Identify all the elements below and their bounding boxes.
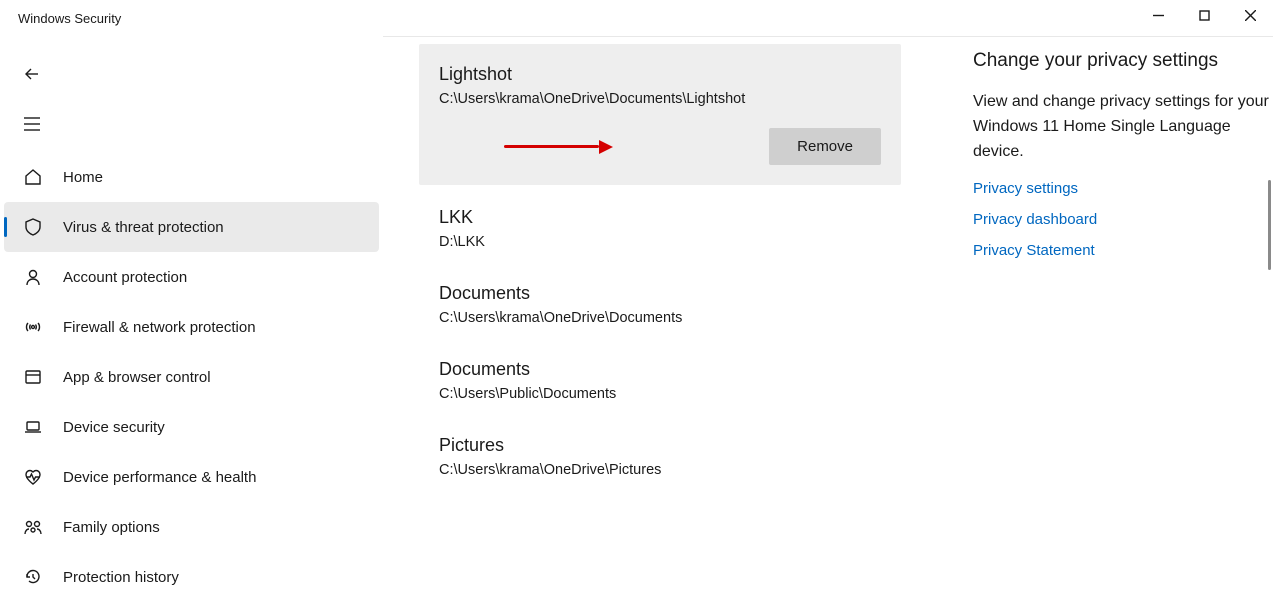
close-button[interactable] (1227, 0, 1273, 30)
exclusion-title: Pictures (439, 435, 881, 456)
nav-label: Virus & threat protection (63, 219, 224, 236)
home-icon (21, 165, 45, 189)
exclusion-item[interactable]: Pictures C:\Users\krama\OneDrive\Picture… (419, 423, 901, 499)
content: Home Virus & threat protection Account p… (0, 36, 1273, 586)
laptop-icon (21, 415, 45, 439)
family-icon (21, 515, 45, 539)
exclusion-item-selected[interactable]: Lightshot C:\Users\krama\OneDrive\Docume… (419, 44, 901, 185)
exclusion-path: C:\Users\krama\OneDrive\Documents (439, 308, 881, 329)
nav-device-performance[interactable]: Device performance & health (4, 452, 379, 502)
shield-icon (21, 215, 45, 239)
nav-virus-threat[interactable]: Virus & threat protection (4, 202, 379, 252)
heart-icon (21, 465, 45, 489)
history-icon (21, 565, 45, 589)
back-button[interactable] (8, 54, 56, 94)
nav-device-security[interactable]: Device security (4, 402, 379, 452)
hamburger-button[interactable] (8, 104, 56, 144)
antenna-icon (21, 315, 45, 339)
nav-label: Device security (63, 419, 165, 436)
nav-app-browser[interactable]: App & browser control (4, 352, 379, 402)
exclusion-title: Documents (439, 283, 881, 304)
back-arrow-icon (23, 65, 41, 83)
exclusion-path: C:\Users\Public\Documents (439, 384, 881, 405)
sidebar: Home Virus & threat protection Account p… (0, 36, 383, 586)
exclusion-item[interactable]: Documents C:\Users\Public\Documents (419, 347, 901, 423)
minimize-button[interactable] (1135, 0, 1181, 30)
exclusion-title: Documents (439, 359, 881, 380)
exclusion-path: C:\Users\krama\OneDrive\Documents\Lights… (439, 89, 881, 110)
nav-label: Account protection (63, 269, 187, 286)
hamburger-icon (23, 117, 41, 131)
nav-family[interactable]: Family options (4, 502, 379, 552)
exclusion-title: LKK (439, 207, 881, 228)
remove-row: Remove (439, 128, 881, 165)
link-privacy-statement[interactable]: Privacy Statement (973, 242, 1273, 259)
exclusion-item[interactable]: LKK D:\LKK (419, 195, 901, 271)
exclusion-path: D:\LKK (439, 232, 881, 253)
exclusion-title: Lightshot (439, 64, 881, 85)
link-privacy-dashboard[interactable]: Privacy dashboard (973, 211, 1273, 228)
maximize-button[interactable] (1181, 0, 1227, 30)
exclusion-path: C:\Users\krama\OneDrive\Pictures (439, 460, 881, 481)
side-title: Change your privacy settings (973, 50, 1273, 72)
window-title: Windows Security (18, 11, 121, 26)
nav-label: Device performance & health (63, 469, 256, 486)
maximize-icon (1199, 10, 1210, 21)
nav-protection-history[interactable]: Protection history (4, 552, 379, 602)
scrollbar[interactable] (1268, 180, 1271, 270)
nav-label: Protection history (63, 569, 179, 586)
nav-account-protection[interactable]: Account protection (4, 252, 379, 302)
nav-label: Home (63, 169, 103, 186)
nav-list: Home Virus & threat protection Account p… (0, 152, 383, 602)
nav-label: App & browser control (63, 369, 211, 386)
window-controls (1135, 0, 1273, 36)
nav-home[interactable]: Home (4, 152, 379, 202)
nav-label: Family options (63, 519, 160, 536)
side-text: View and change privacy settings for you… (973, 90, 1273, 164)
remove-button[interactable]: Remove (769, 128, 881, 165)
arrow-annotation (504, 140, 613, 154)
window-icon (21, 365, 45, 389)
exclusion-item[interactable]: Documents C:\Users\krama\OneDrive\Docume… (419, 271, 901, 347)
close-icon (1245, 10, 1256, 21)
minimize-icon (1153, 10, 1164, 21)
exclusions-list: Lightshot C:\Users\krama\OneDrive\Docume… (419, 44, 901, 586)
main-panel: Lightshot C:\Users\krama\OneDrive\Docume… (383, 36, 1273, 586)
side-panel: Change your privacy settings View and ch… (973, 44, 1273, 586)
nav-label: Firewall & network protection (63, 319, 256, 336)
person-icon (21, 265, 45, 289)
link-privacy-settings[interactable]: Privacy settings (973, 180, 1273, 197)
nav-firewall[interactable]: Firewall & network protection (4, 302, 379, 352)
titlebar: Windows Security (0, 0, 1273, 36)
